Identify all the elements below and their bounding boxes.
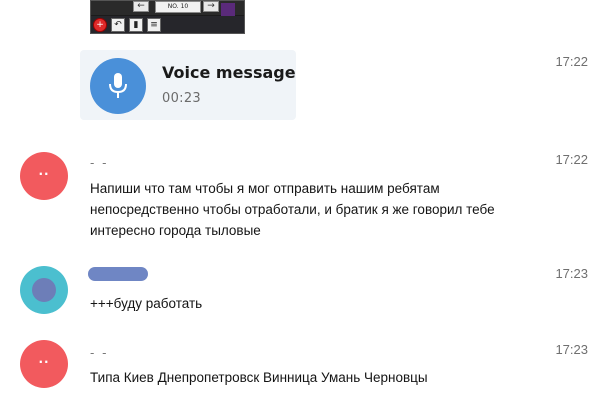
avatar[interactable]: .. xyxy=(20,340,68,388)
sender-name[interactable]: - - xyxy=(90,156,108,170)
message-line: Типа Киев Днепропетровск Винница Умань Ч… xyxy=(90,370,428,385)
chat-history[interactable]: ← NO. 10 → + ↶ ▮ ≡ Voice message 00:23 1… xyxy=(0,0,600,400)
microphone-icon xyxy=(109,73,127,98)
voice-message-title: Voice message xyxy=(162,63,296,82)
message-time: 17:22 xyxy=(555,152,588,167)
message-line: Напиши что там чтобы я мог отправить наш… xyxy=(90,181,440,196)
attachment-number-label: NO. 10 xyxy=(155,1,201,13)
arrow-left-icon: ← xyxy=(133,1,149,12)
undo-icon: ↶ xyxy=(111,18,125,32)
attachment-toolbar: + ↶ ▮ ≡ xyxy=(91,16,244,33)
message-time: 17:23 xyxy=(555,266,588,281)
avatar-initials: .. xyxy=(38,164,50,178)
voice-message[interactable]: Voice message 00:23 xyxy=(80,50,296,120)
arrow-right-icon: → xyxy=(203,1,219,12)
avatar-image xyxy=(32,278,56,302)
list-icon: ≡ xyxy=(147,18,161,32)
sender-name-redacted xyxy=(88,267,148,281)
message-line: непосредственно чтобы отработали, и брат… xyxy=(90,202,495,217)
message-time: 17:22 xyxy=(555,54,588,69)
avatar-initials: .. xyxy=(38,352,50,366)
message-text: Напиши что там чтобы я мог отправить наш… xyxy=(90,178,570,241)
message-text: Типа Киев Днепропетровск Винница Умань Ч… xyxy=(90,367,570,388)
avatar[interactable]: .. xyxy=(20,152,68,200)
avatar[interactable] xyxy=(20,266,68,314)
plus-icon: + xyxy=(93,18,107,32)
sender-name[interactable]: - - xyxy=(90,346,108,360)
message-text: +++буду работать xyxy=(90,293,570,314)
image-attachment[interactable]: ← NO. 10 → + ↶ ▮ ≡ xyxy=(90,0,245,34)
message-line: +++буду работать xyxy=(90,296,203,311)
trash-icon: ▮ xyxy=(129,18,143,32)
play-voice-button[interactable] xyxy=(90,58,146,114)
attachment-purple-block xyxy=(221,3,235,17)
message-line: интересно города тыловые xyxy=(90,223,261,238)
message-time: 17:23 xyxy=(555,342,588,357)
voice-message-duration: 00:23 xyxy=(162,91,201,106)
